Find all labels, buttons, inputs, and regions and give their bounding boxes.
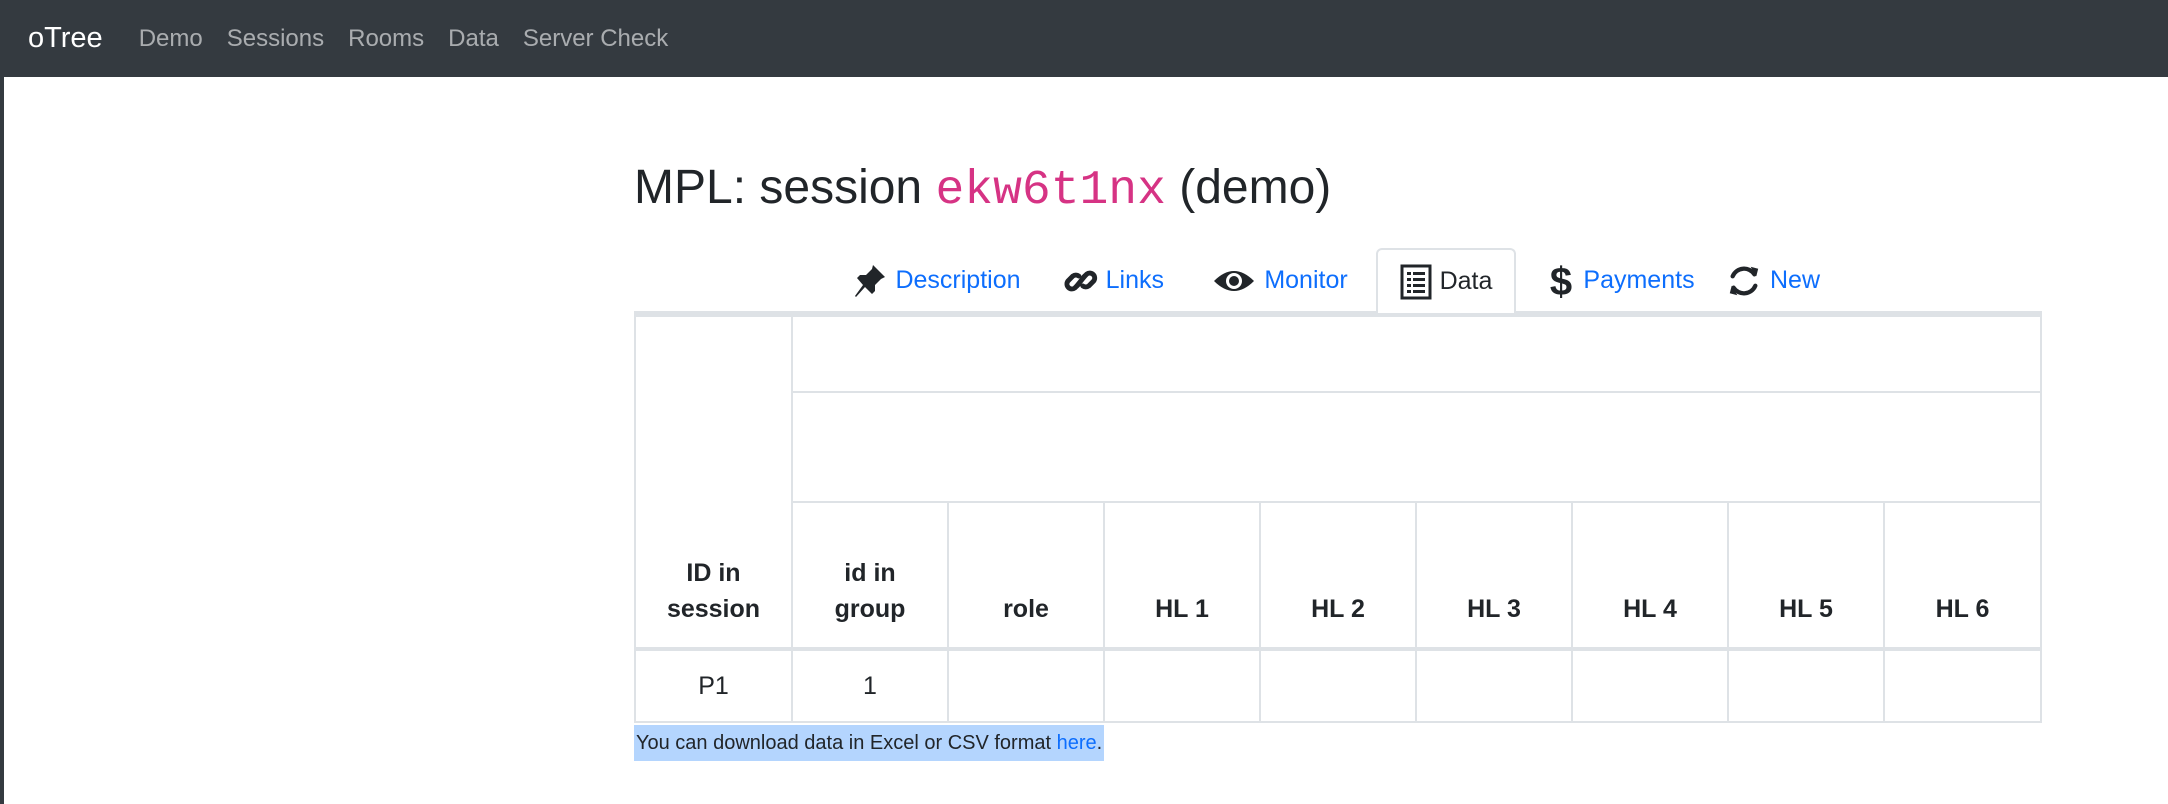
header-role[interactable]: role [949,503,1105,649]
list-icon [1400,264,1432,299]
table-row-cell-hl-4 [1573,651,1729,723]
header-group-row-2 [793,393,2040,503]
download-link[interactable]: here [1057,732,1097,754]
download-note: You can download data in Excel or CSV fo… [634,725,1105,761]
eye-icon [1214,270,1255,291]
tab-data-label: Data [1439,267,1493,295]
brand-logo[interactable]: oTree [28,22,103,55]
tab-description[interactable]: Description [850,248,1024,313]
top-navbar: oTree Demo Sessions Rooms Data Server Ch… [0,0,2168,77]
header-hl-2[interactable]: HL 2 [1261,503,1417,649]
link-icon [1064,270,1098,291]
header-hl-1[interactable]: HL 1 [1105,503,1261,649]
header-id-in-group[interactable]: id in group [793,503,949,649]
svg-text:$: $ [1550,260,1572,302]
header-hl-6[interactable]: HL 6 [1885,503,2040,649]
header-group-row-1 [793,317,2040,393]
session-code: ekw6t1nx [935,164,1166,218]
refresh-icon [1729,266,1759,295]
pushpin-icon [855,264,886,297]
tab-new[interactable]: New [1726,248,1820,313]
tab-monitor-label: Monitor [1264,266,1348,294]
table-row-cell-id-in-group: 1 [793,651,949,723]
title-suffix: (demo) [1179,161,1332,214]
table-row-cell-role [949,651,1105,723]
tab-payments[interactable]: $ Payments [1540,248,1702,313]
tab-data[interactable]: Data [1376,248,1516,315]
nav-link-sessions[interactable]: Sessions [227,25,324,53]
download-text: You can download data in Excel or CSV fo… [636,732,1057,754]
header-hl-4[interactable]: HL 4 [1573,503,1729,649]
table-row-cell-hl-1 [1105,651,1261,723]
title-prefix: MPL: session [634,161,923,214]
table-row-cell-hl-5 [1729,651,1885,723]
dollar-icon: $ [1550,260,1572,302]
nav-link-demo[interactable]: Demo [139,25,203,53]
header-hl-3[interactable]: HL 3 [1417,503,1573,649]
tab-monitor[interactable]: Monitor [1212,248,1348,313]
table-row-cell-hl-6 [1885,651,2040,723]
tab-links-label: Links [1105,266,1164,294]
table-row-cell-participant: P1 [636,651,793,723]
tab-new-label: New [1769,266,1820,294]
tab-payments-label: Payments [1583,266,1695,294]
nav-link-rooms[interactable]: Rooms [348,25,424,53]
download-end: . [1096,732,1103,754]
tab-links[interactable]: Links [1064,248,1164,313]
data-table: ID in session id in group role HL 1 HL 2 H… [634,313,2042,723]
window-edge [0,0,4,804]
header-hl-5[interactable]: HL 5 [1729,503,1885,649]
session-tabs: Description Links Monitor Data $ Payment… [634,248,2042,315]
tab-description-label: Description [895,266,1021,294]
nav-link-server-check[interactable]: Server Check [523,25,668,53]
table-row-cell-hl-2 [1261,651,1417,723]
table-row-cell-hl-3 [1417,651,1573,723]
page-title: MPL: session ekw6t1nx (demo) [634,160,1331,218]
header-id-in-session[interactable]: ID in session [636,317,793,649]
nav-link-data[interactable]: Data [448,25,499,53]
